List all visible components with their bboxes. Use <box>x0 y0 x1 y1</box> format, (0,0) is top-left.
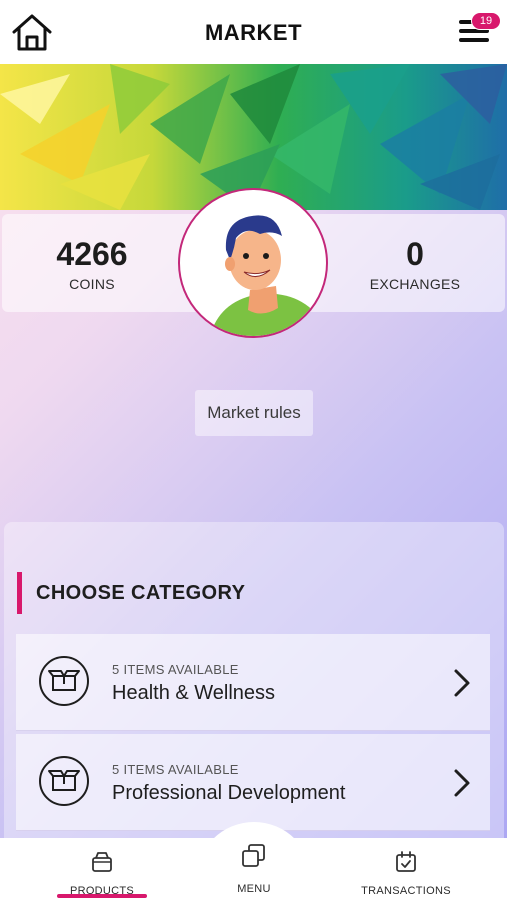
chevron-right-icon <box>454 769 470 797</box>
coins-label: COINS <box>69 276 115 292</box>
exchanges-value: 0 <box>406 236 424 272</box>
calendar-check-icon <box>396 851 416 872</box>
category-item-professional-development[interactable]: 5 ITEMS AVAILABLE Professional Developme… <box>16 734 490 831</box>
bag-icon <box>92 852 112 872</box>
nav-transactions-label: TRANSACTIONS <box>361 885 451 897</box>
avatar-illustration <box>210 215 326 336</box>
exchanges-label: EXCHANGES <box>369 276 461 292</box>
box-icon <box>39 756 89 806</box>
nav-menu-label: MENU <box>237 883 271 895</box>
notification-badge: 19 <box>471 12 501 30</box>
hamburger-bar <box>459 38 489 42</box>
box-icon <box>39 656 89 706</box>
category-item-health-wellness[interactable]: 5 ITEMS AVAILABLE Health & Wellness <box>16 634 490 731</box>
category-count: 5 ITEMS AVAILABLE <box>112 762 239 777</box>
header-bar: MARKET 19 <box>0 0 507 64</box>
nav-menu[interactable]: MENU <box>194 842 314 895</box>
coins-value: 4266 <box>56 236 128 272</box>
chevron-right-icon <box>454 669 470 697</box>
market-rules-button[interactable]: Market rules <box>195 390 313 436</box>
coins-stat: 4266 COINS <box>12 236 172 292</box>
category-name: Professional Development <box>112 782 346 804</box>
page-title: MARKET <box>204 20 303 45</box>
exchanges-stat: 0 EXCHANGES <box>335 236 495 292</box>
category-name: Health & Wellness <box>112 682 276 704</box>
category-heading: CHOOSE CATEGORY <box>17 572 245 614</box>
category-count: 5 ITEMS AVAILABLE <box>112 662 239 677</box>
active-tab-indicator <box>57 894 147 898</box>
squares-icon <box>242 844 265 867</box>
nav-transactions[interactable]: TRANSACTIONS <box>346 850 466 897</box>
nav-products[interactable]: PRODUCTS <box>42 850 162 897</box>
avatar[interactable] <box>178 188 328 338</box>
